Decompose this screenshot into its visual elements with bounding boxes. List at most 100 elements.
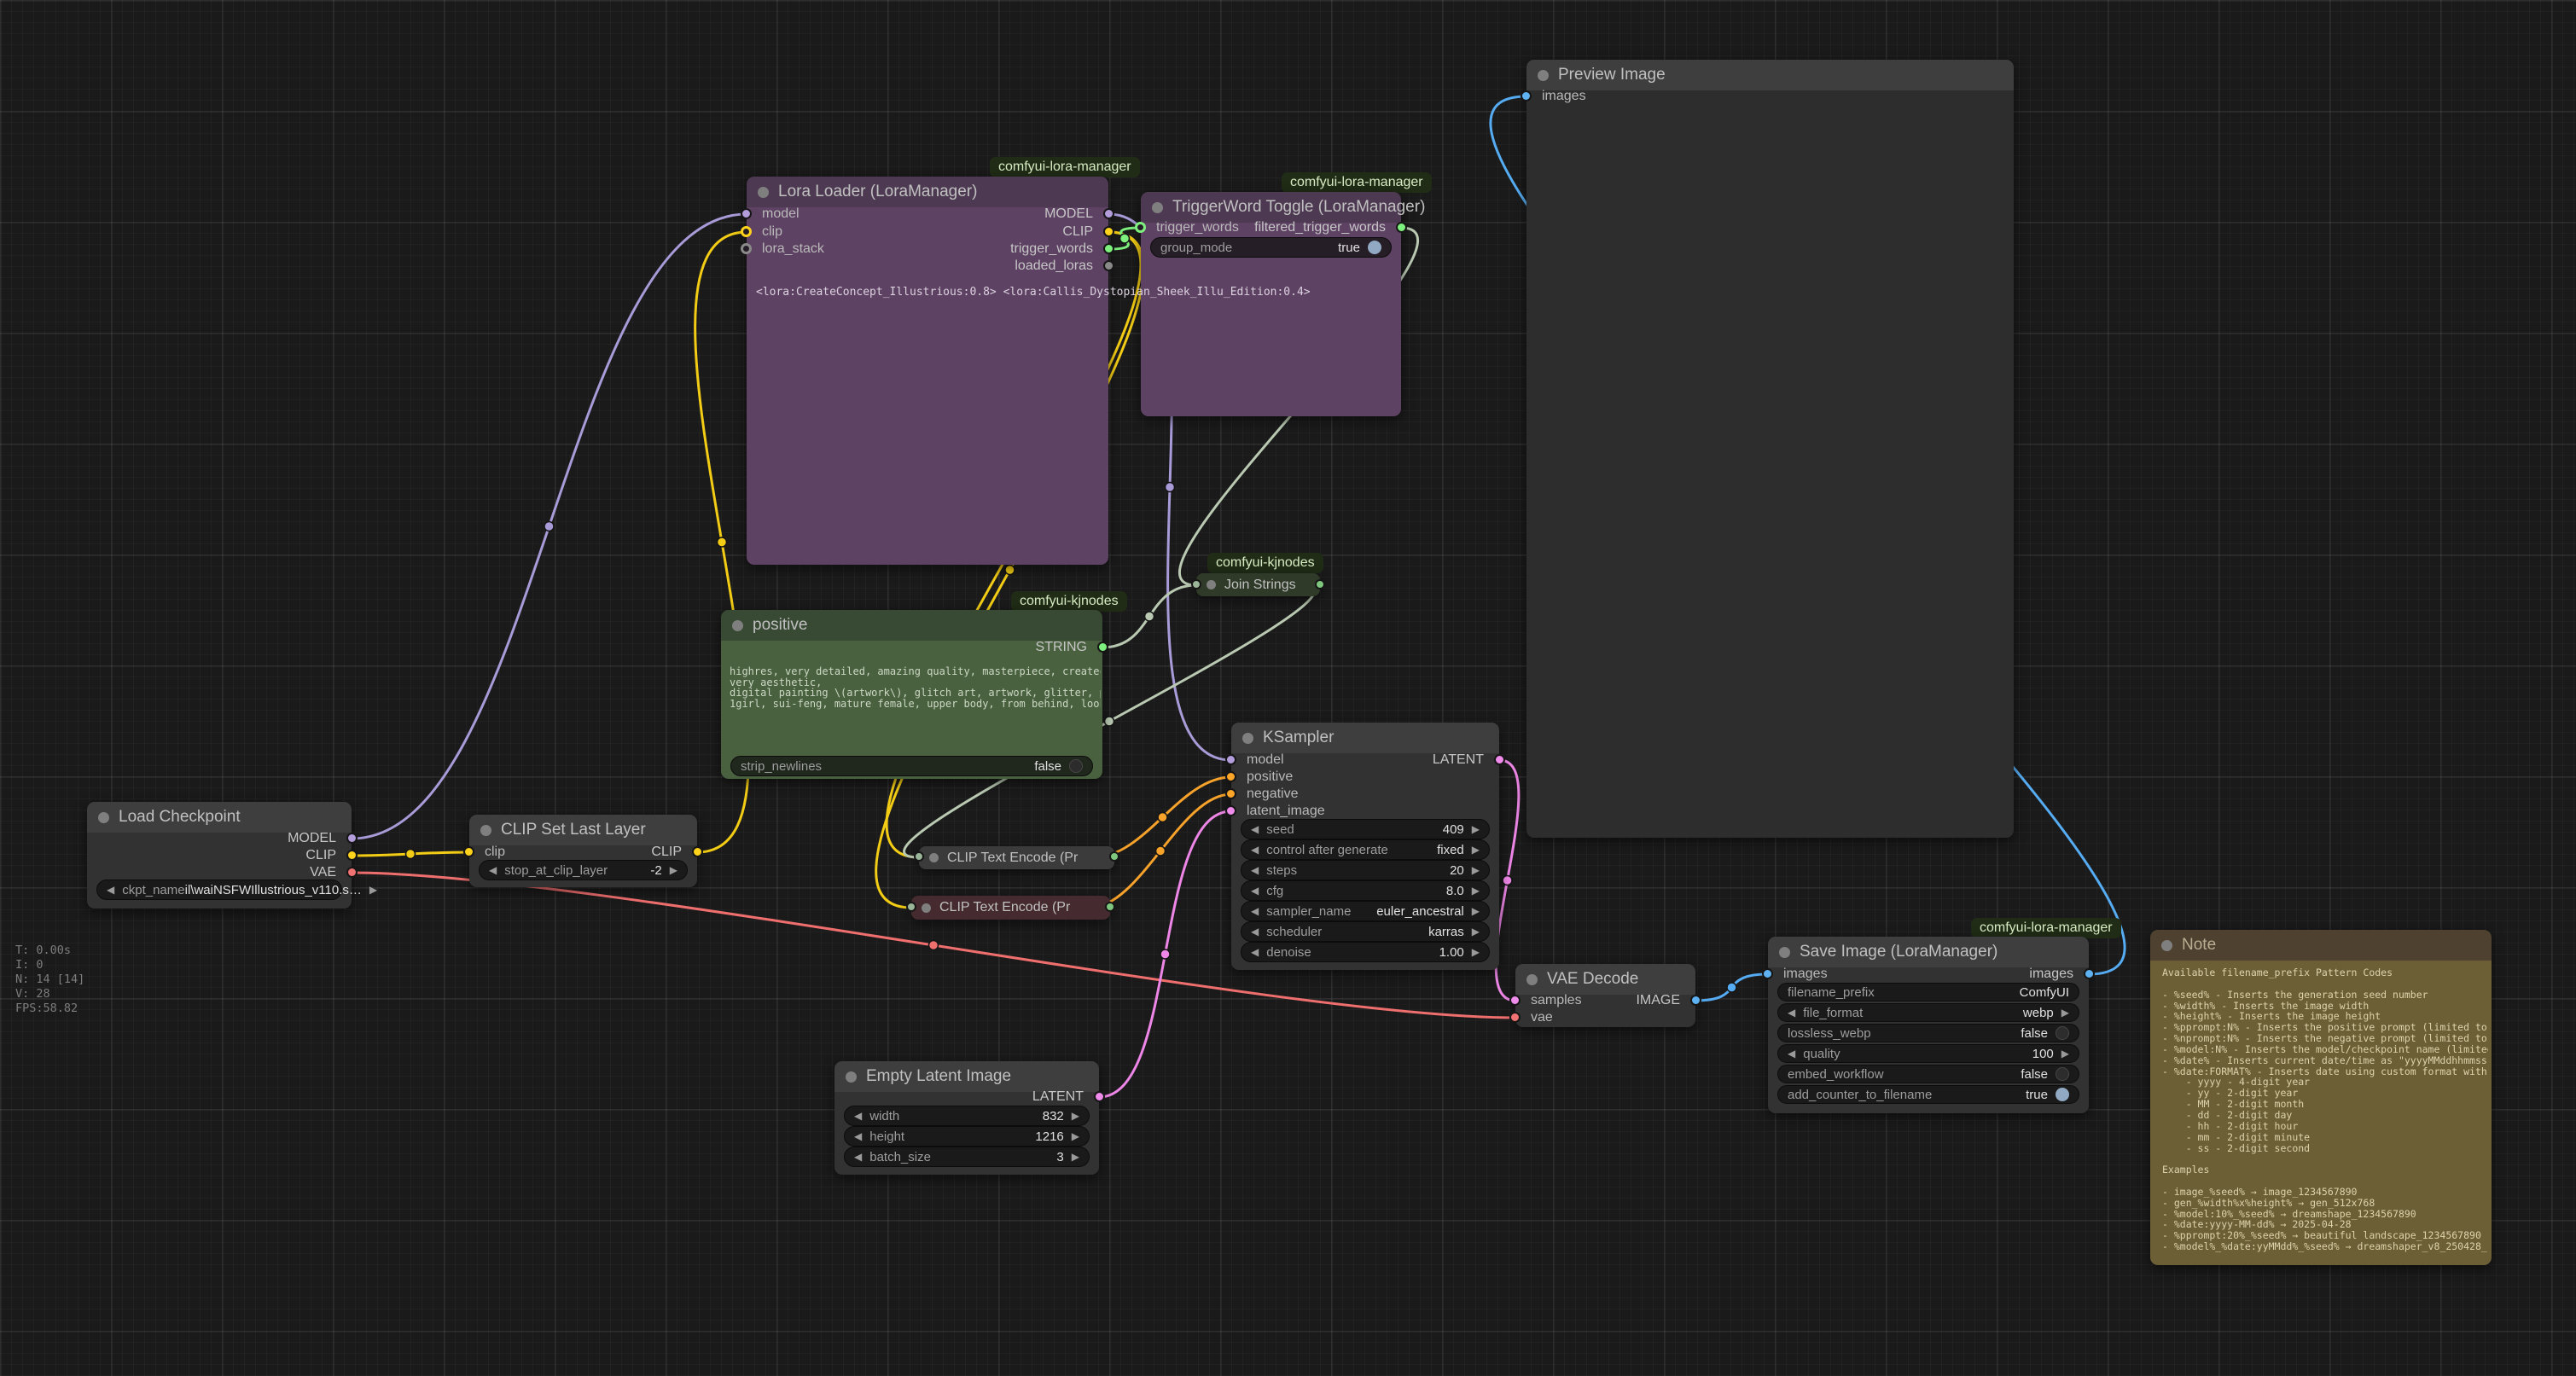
widget-file-format[interactable]: ◀ file_format webp ▶ [1777, 1003, 2079, 1022]
toggle-on-icon[interactable] [1368, 241, 1381, 254]
widget-scheduler[interactable]: ◀ scheduler karras ▶ [1241, 921, 1490, 942]
node-lora-loader[interactable]: Lora Loader (LoraManager) model clip lor… [747, 177, 1108, 565]
images-output-port[interactable] [2084, 968, 2095, 979]
widget-group-mode[interactable]: group_mode true [1150, 237, 1392, 258]
node-ksampler[interactable]: KSampler model positive negative latent_… [1231, 723, 1499, 970]
trigger-words-output-port[interactable] [1103, 243, 1114, 254]
widget-denoise[interactable]: ◀ denoise 1.00 ▶ [1241, 942, 1490, 962]
latent-image-input-port[interactable] [1225, 805, 1236, 816]
collapsed-output-port[interactable] [1315, 579, 1325, 589]
widget-control-after-generate[interactable]: ◀ control after generate fixed ▶ [1241, 839, 1490, 860]
prev-arrow-icon[interactable]: ◀ [489, 864, 497, 876]
next-arrow-icon[interactable]: ▶ [2061, 1007, 2069, 1019]
samples-input-port[interactable] [1509, 995, 1521, 1006]
collapse-dot[interactable] [1779, 947, 1790, 958]
widget-lossless-webp[interactable]: lossless_webp false [1777, 1024, 2079, 1042]
prev-arrow-icon[interactable]: ◀ [1251, 844, 1259, 856]
collapse-dot[interactable] [846, 1071, 857, 1083]
node-clip-text-encode-positive[interactable]: CLIP Text Encode (Pr [919, 846, 1114, 869]
note-text[interactable]: Available filename_prefix Pattern Codes … [2162, 967, 2488, 1260]
prev-arrow-icon[interactable]: ◀ [107, 884, 114, 896]
model-output-port[interactable] [346, 833, 358, 844]
lora-stack-input-port[interactable] [741, 243, 752, 254]
model-input-port[interactable] [1225, 754, 1236, 765]
images-input-port[interactable] [1762, 968, 1773, 979]
collapse-dot[interactable] [1538, 70, 1549, 81]
toggle-on-icon[interactable] [2056, 1088, 2069, 1101]
node-preview-image[interactable]: Preview Image images [1526, 60, 2014, 838]
next-arrow-icon[interactable]: ▶ [2061, 1048, 2069, 1060]
negative-input-port[interactable] [1225, 788, 1236, 799]
collapsed-input-port[interactable] [1191, 579, 1201, 589]
node-save-image[interactable]: Save Image (LoraManager) images images f… [1768, 937, 2089, 1113]
clip-output-port[interactable] [1103, 226, 1114, 237]
collapse-dot[interactable] [1526, 974, 1538, 985]
widget-sampler-name[interactable]: ◀ sampler_name euler_ancestral ▶ [1241, 901, 1490, 921]
positive-input-port[interactable] [1225, 771, 1236, 782]
model-input-port[interactable] [741, 208, 752, 219]
clip-output-port[interactable] [692, 846, 703, 857]
prev-arrow-icon[interactable]: ◀ [1251, 905, 1259, 917]
collapsed-input-port[interactable] [906, 902, 916, 912]
next-arrow-icon[interactable]: ▶ [1472, 946, 1480, 958]
collapse-dot[interactable] [2161, 940, 2172, 951]
widget-width[interactable]: ◀ width 832 ▶ [844, 1106, 1090, 1126]
widget-add-counter-to-filename[interactable]: add_counter_to_filename true [1777, 1085, 2079, 1104]
next-arrow-icon[interactable]: ▶ [1472, 844, 1480, 856]
vae-input-port[interactable] [1509, 1012, 1521, 1023]
next-arrow-icon[interactable]: ▶ [1472, 864, 1480, 876]
widget-height[interactable]: ◀ height 1216 ▶ [844, 1126, 1090, 1147]
string-output-port[interactable] [1097, 642, 1108, 653]
clip-input-port[interactable] [463, 846, 474, 857]
next-arrow-icon[interactable]: ▶ [1472, 926, 1480, 938]
prev-arrow-icon[interactable]: ◀ [1251, 946, 1259, 958]
toggle-off-icon[interactable] [2056, 1067, 2069, 1081]
node-triggerword-toggle[interactable]: TriggerWord Toggle (LoraManager) trigger… [1141, 192, 1401, 416]
widget-steps[interactable]: ◀ steps 20 ▶ [1241, 860, 1490, 880]
next-arrow-icon[interactable]: ▶ [670, 864, 677, 876]
collapse-dot[interactable] [929, 853, 939, 862]
vae-output-port[interactable] [346, 867, 358, 878]
next-arrow-icon[interactable]: ▶ [1072, 1130, 1079, 1142]
prev-arrow-icon[interactable]: ◀ [1251, 823, 1259, 835]
toggle-off-icon[interactable] [1069, 759, 1083, 773]
clip-input-port[interactable] [741, 226, 752, 237]
collapse-dot[interactable] [1152, 202, 1163, 213]
node-clip-set-last-layer[interactable]: CLIP Set Last Layer clip CLIP ◀ stop_at_… [469, 815, 697, 887]
node-note[interactable]: Note Available filename_prefix Pattern C… [2150, 930, 2492, 1265]
widget-cfg[interactable]: ◀ cfg 8.0 ▶ [1241, 880, 1490, 901]
collapse-dot[interactable] [758, 187, 769, 198]
image-output-port[interactable] [1690, 995, 1701, 1006]
next-arrow-icon[interactable]: ▶ [369, 884, 377, 896]
next-arrow-icon[interactable]: ▶ [1072, 1151, 1079, 1163]
prev-arrow-icon[interactable]: ◀ [854, 1110, 862, 1122]
next-arrow-icon[interactable]: ▶ [1072, 1110, 1079, 1122]
widget-embed-workflow[interactable]: embed_workflow false [1777, 1065, 2079, 1083]
model-output-port[interactable] [1103, 208, 1114, 219]
prev-arrow-icon[interactable]: ◀ [1788, 1007, 1795, 1019]
next-arrow-icon[interactable]: ▶ [1472, 885, 1480, 897]
clip-output-port[interactable] [346, 850, 358, 861]
node-clip-text-encode-negative[interactable]: CLIP Text Encode (Pr [911, 896, 1110, 920]
widget-batch-size[interactable]: ◀ batch_size 3 ▶ [844, 1147, 1090, 1167]
toggle-off-icon[interactable] [2056, 1026, 2069, 1040]
prev-arrow-icon[interactable]: ◀ [1788, 1048, 1795, 1060]
widget-quality[interactable]: ◀ quality 100 ▶ [1777, 1044, 2079, 1063]
collapse-dot[interactable] [98, 812, 109, 823]
node-join-strings[interactable]: Join Strings [1196, 573, 1320, 596]
filtered-trigger-words-output-port[interactable] [1396, 222, 1407, 233]
collapse-dot[interactable] [732, 620, 743, 631]
node-load-checkpoint[interactable]: Load Checkpoint MODEL CLIP VAE ◀ ckpt_na… [87, 802, 352, 909]
collapsed-output-port[interactable] [1109, 851, 1119, 862]
node-graph-canvas[interactable]: T: 0.00s I: 0 N: 14 [14] V: 28 FPS:58.82… [0, 0, 2576, 1376]
collapse-dot[interactable] [1207, 580, 1216, 589]
widget-stop-at-clip-layer[interactable]: ◀ stop_at_clip_layer -2 ▶ [479, 860, 688, 880]
latent-output-port[interactable] [1094, 1091, 1105, 1102]
prev-arrow-icon[interactable]: ◀ [854, 1151, 862, 1163]
widget-filename-prefix[interactable]: filename_prefix ComfyUI [1777, 983, 2079, 1002]
next-arrow-icon[interactable]: ▶ [1472, 905, 1480, 917]
widget-seed[interactable]: ◀ seed 409 ▶ [1241, 819, 1490, 839]
collapse-dot[interactable] [922, 903, 931, 913]
prev-arrow-icon[interactable]: ◀ [1251, 885, 1259, 897]
collapse-dot[interactable] [1242, 733, 1253, 744]
